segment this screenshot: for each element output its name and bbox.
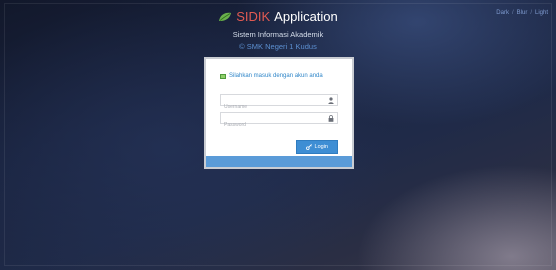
login-button[interactable]: Login <box>295 140 338 154</box>
app-brand: SIDIK Application <box>218 9 338 25</box>
app-header: SIDIK Application Sistem Informasi Akade… <box>0 9 556 51</box>
brand-name-red: SIDIK <box>236 9 271 24</box>
login-button-label: Login <box>314 144 328 150</box>
app-subtitle: Sistem Informasi Akademik <box>232 30 324 39</box>
login-panel: Silahkan masuk dengan akun anda Lo <box>204 57 354 169</box>
login-heading-text: Silahkan masuk dengan akun anda <box>229 73 323 79</box>
username-field-wrapper <box>220 94 338 112</box>
login-heading: Silahkan masuk dengan akun anda <box>220 73 338 79</box>
username-input[interactable] <box>221 102 337 112</box>
school-name: © SMK Negeri 1 Kudus <box>239 42 317 51</box>
password-input[interactable] <box>221 120 337 130</box>
leaf-icon <box>219 12 232 21</box>
login-panel-footer <box>206 156 352 167</box>
flag-icon <box>220 73 226 79</box>
lock-icon <box>328 115 334 122</box>
user-icon <box>328 97 334 104</box>
brand-name-white: Application <box>274 9 338 24</box>
password-field-wrapper <box>220 112 338 130</box>
key-icon <box>305 144 312 150</box>
